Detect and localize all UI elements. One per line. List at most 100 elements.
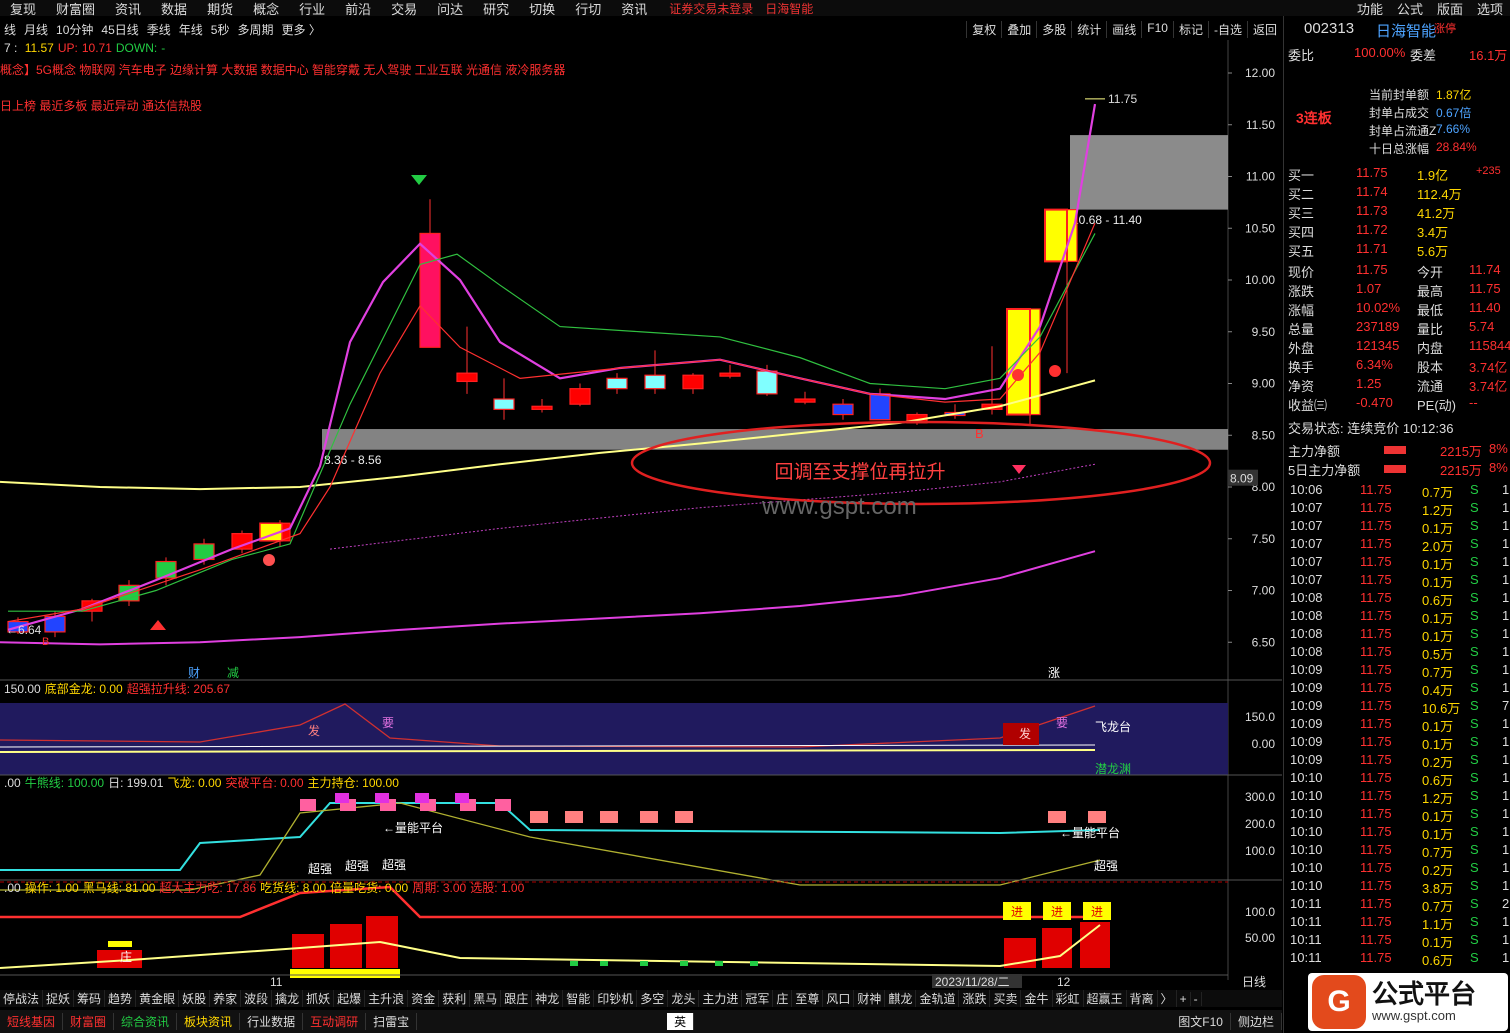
bottom-tab[interactable]: 财富圈 [63, 1013, 115, 1030]
toolbar-button[interactable]: 画线 [1106, 20, 1141, 38]
candle[interactable] [456, 326, 478, 394]
period-button[interactable]: 45日线 [97, 21, 142, 38]
indicator-tab[interactable]: 养家 [210, 990, 242, 1007]
indicator-tab[interactable]: 主升浪 [365, 990, 409, 1007]
toolbar-button[interactable]: 返回 [1246, 20, 1282, 38]
menu-right-item[interactable]: 选项 [1470, 0, 1510, 17]
kline-chart[interactable]: 12.0011.5011.0010.5010.009.509.008.508.0… [0, 40, 1282, 990]
indicator-tab[interactable]: 至尊 [792, 990, 824, 1007]
candle[interactable] [832, 399, 854, 420]
ime-indicator[interactable]: 英 [667, 1013, 695, 1030]
indicator-tab[interactable]: 麒龙 [885, 990, 917, 1007]
menu-item[interactable]: 行切 [565, 0, 611, 17]
period-button[interactable]: 10分钟 [52, 21, 97, 38]
indicator-tab[interactable]: 主力进 [699, 990, 743, 1007]
period-button[interactable]: 多周期 [233, 21, 277, 38]
indicator-tab[interactable]: 抓妖 [303, 990, 335, 1007]
candle[interactable] [493, 378, 515, 420]
toolbar-button[interactable]: 叠加 [1001, 20, 1036, 38]
remove-indicator-button[interactable]: - [1191, 991, 1202, 1006]
menu-item[interactable]: 切换 [519, 0, 565, 17]
sidebar-tab[interactable]: 侧边栏 [1231, 1013, 1282, 1030]
period-button[interactable]: 季线 [143, 21, 175, 38]
menu-item[interactable]: 财富圈 [46, 0, 105, 17]
menu-item[interactable]: 行业 [289, 0, 335, 17]
indicator-tab[interactable]: 黑马 [470, 990, 502, 1007]
indicator-tab[interactable]: 背离 [1127, 990, 1158, 1007]
indicator-tab[interactable]: 彩虹 [1053, 990, 1084, 1007]
add-indicator-button[interactable]: + [1177, 991, 1191, 1006]
menu-item[interactable]: 研究 [473, 0, 519, 17]
period-button[interactable]: 年线 [175, 21, 207, 38]
candle[interactable] [794, 391, 816, 405]
toolbar-button[interactable]: 标记 [1172, 20, 1208, 38]
bid-label: 买五 [1288, 244, 1315, 259]
menu-item[interactable]: 前沿 [335, 0, 381, 17]
indicator-tab[interactable]: 〉 [1158, 990, 1177, 1007]
menu-right-item[interactable]: 公式 [1390, 0, 1430, 17]
quote-value: 11.40 [1469, 300, 1501, 315]
indicator-tab[interactable]: 获利 [439, 990, 471, 1007]
indicator-tab[interactable]: 停战法 [0, 990, 44, 1007]
toolbar-button[interactable]: 多股 [1036, 20, 1071, 38]
indicator-tab[interactable]: 庄 [773, 990, 793, 1007]
period-button[interactable]: 月线 [20, 21, 52, 38]
indicator-tab[interactable]: 金轨道 [916, 990, 960, 1007]
indicator-tab[interactable]: 金牛 [1021, 990, 1053, 1007]
bottom-tab[interactable]: 互动调研 [303, 1013, 367, 1030]
candle[interactable] [606, 373, 628, 394]
f10-tab[interactable]: 图文F10 [1171, 1013, 1231, 1030]
menu-right-item[interactable]: 版面 [1430, 0, 1470, 17]
candle[interactable] [644, 350, 666, 394]
menu-item[interactable]: 问达 [427, 0, 473, 17]
menu-item[interactable]: 期货 [197, 0, 243, 17]
period-button[interactable]: 5秒 [207, 21, 234, 38]
menu-item[interactable]: 交易 [381, 0, 427, 17]
indicator-tab[interactable]: 印钞机 [594, 990, 638, 1007]
indicator-tab[interactable]: 起爆 [334, 990, 366, 1007]
indicator-tab[interactable]: 多空 [637, 990, 669, 1007]
toolbar-button[interactable]: 统计 [1071, 20, 1106, 38]
candle[interactable] [682, 373, 704, 394]
bottom-tab[interactable]: 综合资讯 [114, 1013, 178, 1030]
candle[interactable] [944, 404, 966, 419]
menu-right-item[interactable]: 功能 [1350, 0, 1390, 17]
menu-item[interactable]: 概念 [243, 0, 289, 17]
indicator-tab[interactable]: 超赢王 [1084, 990, 1127, 1007]
indicator-tab[interactable]: 妖股 [179, 990, 211, 1007]
indicator-tab[interactable]: 跟庄 [501, 990, 533, 1007]
period-button[interactable]: 更多 〉 [277, 21, 324, 38]
candle[interactable] [569, 383, 591, 407]
indicator-tab[interactable]: 筹码 [74, 990, 106, 1007]
indicator-tab[interactable]: 智能 [563, 990, 595, 1007]
indicator-tab[interactable]: 买卖 [990, 990, 1022, 1007]
menu-item[interactable]: 资讯 [611, 0, 657, 17]
indicator-tab[interactable]: 神龙 [532, 990, 564, 1007]
indicator-tab[interactable]: 趋势 [105, 990, 137, 1007]
indicator-tab[interactable]: 风口 [823, 990, 855, 1007]
indicator-tab[interactable]: 财神 [854, 990, 886, 1007]
indicator-tab[interactable]: 冠军 [742, 990, 774, 1007]
indicator-tab[interactable]: 黄金眼 [136, 990, 180, 1007]
candle[interactable] [231, 530, 253, 554]
toolbar-button[interactable]: F10 [1141, 20, 1173, 38]
menu-item[interactable]: 资讯 [105, 0, 151, 17]
bottom-tab[interactable]: 扫雷宝 [366, 1013, 418, 1030]
candle[interactable] [719, 364, 741, 379]
indicator-tab[interactable]: 资金 [408, 990, 440, 1007]
indicator-tab[interactable]: 龙头 [668, 990, 700, 1007]
bottom-tab[interactable]: 行业数据 [240, 1013, 304, 1030]
menu-item[interactable]: 数据 [151, 0, 197, 17]
candle[interactable] [419, 199, 441, 348]
toolbar-button[interactable]: 复权 [966, 20, 1001, 38]
menu-item[interactable]: 复现 [0, 0, 46, 17]
indicator-tab[interactable]: 波段 [241, 990, 273, 1007]
bottom-tab[interactable]: 板块资讯 [177, 1013, 241, 1030]
indicator-tab[interactable]: 擒龙 [272, 990, 304, 1007]
indicator-tab[interactable]: 涨跌 [959, 990, 991, 1007]
bottom-tab[interactable]: 短线基因 [0, 1013, 64, 1030]
candle[interactable] [531, 399, 553, 413]
period-button[interactable]: 线 [0, 21, 20, 38]
toolbar-button[interactable]: -自选 [1207, 20, 1247, 38]
indicator-tab[interactable]: 捉妖 [43, 990, 75, 1007]
